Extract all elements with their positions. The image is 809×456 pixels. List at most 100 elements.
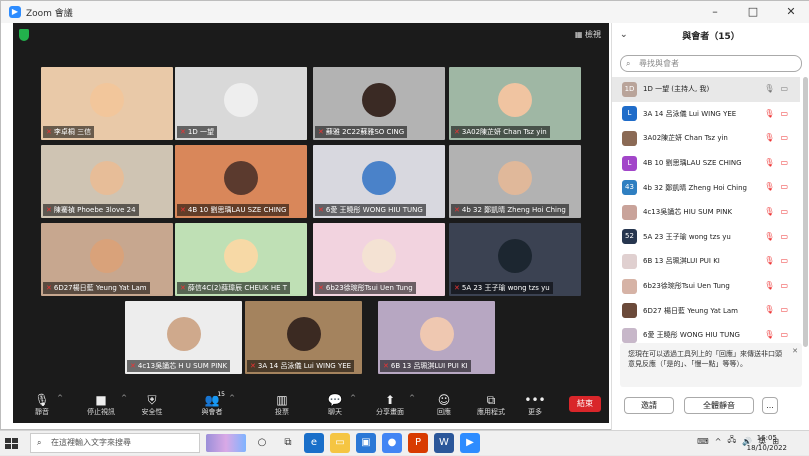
maximize-button[interactable]: □ (734, 1, 772, 23)
participant-row[interactable]: L 3A 14 呂泳儀 Lui WING YEE 🎙▭ (612, 102, 800, 127)
video-tile-label: 6愛 王曉彤 WONG HIU TUNG (325, 206, 423, 214)
security-shield-icon[interactable] (19, 29, 29, 41)
participant-list: 1D 1D 一望 (主持人, 我) 🎙▭ L 3A 14 呂泳儀 Lui WING YE… (612, 77, 800, 372)
chevron-up-icon[interactable]: ^ (350, 394, 356, 402)
file-explorer-icon[interactable]: ▭ (330, 433, 350, 453)
participant-name: 5A 23 王子瑜 wong tzs yu (643, 232, 731, 241)
poll-icon: ▥ (276, 392, 288, 407)
chevron-up-icon[interactable]: ^ (57, 394, 63, 402)
word-icon[interactable]: W (434, 433, 454, 453)
participants-panel: ⌄ 與會者（15） ⌕ 尋找與會者 1D 1D 一望 (主持人, 我) 🎙▭ L 3A … (611, 23, 809, 431)
reactions-tip: 您現在可以透過工具列上的「回應」來傳送非口頭意見反應（「是的」、「慢一點」等等）… (620, 343, 802, 387)
video-tile[interactable]: ✕ 蘇雅 2C22蘇雅SO CING (313, 67, 445, 140)
stop-video-button[interactable]: ■ 停止視訊 ^ (81, 386, 127, 423)
close-icon[interactable]: ✕ (792, 346, 798, 356)
participant-video-figure (498, 161, 532, 195)
participant-row[interactable]: 4c13吳誦芯 HIU SUM PINK 🎙▭ (612, 200, 800, 225)
participant-row[interactable]: 6b23徐琬彤Tsui Uen Tung 🎙▭ (612, 274, 800, 299)
invite-button[interactable]: 邀請 (624, 397, 674, 414)
mute-button[interactable]: 🎙 靜音 ^ (27, 386, 63, 423)
taskbar-search-input[interactable]: ⌕ 在這裡輸入文字來搜尋 (30, 433, 200, 453)
powerpoint-icon[interactable]: P (408, 433, 428, 453)
video-tile-name: ✕ 4B 10 劉思瑀LAU SZE CHING (177, 204, 290, 216)
video-tile[interactable]: ✕ 4b 32 鄭凱晴 Zheng Hoi Ching (449, 145, 581, 218)
video-tile[interactable]: ✕ 3A 14 呂泳儀 Lui WING YEE (245, 301, 362, 374)
participant-row[interactable]: L 4B 10 劉思瑀LAU SZE CHING 🎙▭ (612, 151, 800, 176)
windows-start-icon[interactable] (0, 431, 24, 456)
video-tile[interactable]: ✕ 6B 13 呂珮淇LUI PUI KI (378, 301, 495, 374)
video-tile-label: 3A 14 呂泳儀 Lui WING YEE (257, 362, 352, 370)
participants-button[interactable]: 👥 與會者 15 ^ (195, 386, 236, 423)
video-tile[interactable]: ✕ 陳騫禎 Phoebe 3love 24 (41, 145, 173, 218)
apps-label: 應用程式 (477, 407, 505, 416)
reactions-button[interactable]: ☺ 回應 (429, 386, 459, 423)
chevron-up-icon[interactable]: ^ (715, 437, 722, 446)
video-tile-name: ✕ 1D 一望 (177, 126, 217, 138)
chevron-up-icon[interactable]: ^ (409, 394, 415, 402)
participant-row[interactable]: 6B 13 呂珮淇LUI PUI KI 🎙▭ (612, 249, 800, 274)
video-tile-label: 陳騫禎 Phoebe 3love 24 (53, 206, 136, 214)
scrollbar[interactable] (803, 77, 808, 347)
participant-search-input[interactable]: ⌕ 尋找與會者 (620, 55, 802, 72)
view-button[interactable]: ▦ 檢視 (575, 29, 601, 40)
clock[interactable]: 16:05 18/10/2022 (747, 433, 787, 453)
cortana-icon[interactable]: ○ (252, 433, 272, 453)
chat-button[interactable]: 💬 聊天 ^ (320, 386, 356, 423)
video-tile-label: 6D27楊日藍 Yeung Yat Lam (53, 284, 147, 292)
chevron-up-icon[interactable]: ^ (229, 394, 235, 402)
video-tile[interactable]: ✕ 4c13吳誦芯 H U SUM PINK (125, 301, 242, 374)
video-tile-label: 6B 13 呂珮淇LUI PUI KI (390, 362, 468, 370)
zoom-taskbar-icon[interactable]: ▶ (460, 433, 480, 453)
muted-mic-icon: ✕ (383, 362, 389, 370)
video-tile[interactable]: ✕ 李卓桐 三信 (41, 67, 173, 140)
participant-row[interactable]: 1D 1D 一望 (主持人, 我) 🎙▭ (612, 77, 800, 102)
more-button[interactable]: ••• 更多 (521, 386, 549, 423)
participant-row[interactable]: 6D27 楊日藍 Yeung Yat Lam 🎙▭ (612, 298, 800, 323)
store-icon[interactable]: ▣ (356, 433, 376, 453)
chrome-icon[interactable]: ● (382, 433, 402, 453)
more-options-button[interactable]: ... (762, 397, 778, 414)
participant-row[interactable]: 52 5A 23 王子瑜 wong tzs yu 🎙▭ (612, 225, 800, 250)
video-tile[interactable]: ✕ 6愛 王曉彤 WONG HIU TUNG (313, 145, 445, 218)
security-label: 安全性 (141, 407, 163, 416)
share-label: 分享畫面 (376, 407, 404, 416)
participant-video-figure (362, 239, 396, 273)
video-tile[interactable]: ✕ 1D 一望 (175, 67, 307, 140)
mute-all-button[interactable]: 全體靜音 (684, 397, 754, 414)
security-button[interactable]: ⛨ 安全性 (137, 386, 167, 423)
participant-row[interactable]: 3A02陳芷妍 Chan Tsz yin 🎙▭ (612, 126, 800, 151)
participant-row[interactable]: 43 4b 32 鄭凱晴 Zheng Hoi Ching 🎙▭ (612, 175, 800, 200)
video-tile[interactable]: ✕ 薛信4C(2)薛瑋辰 CHEUK HE T (175, 223, 307, 296)
share-screen-button[interactable]: ⬆ 分享畫面 ^ (371, 386, 415, 423)
video-tile-name: ✕ 3A02陳芷妍 Chan Tsz yin (451, 126, 550, 138)
video-tile[interactable]: ✕ 6D27楊日藍 Yeung Yat Lam (41, 223, 173, 296)
search-highlight-image (206, 434, 246, 452)
video-tile[interactable]: ✕ 3A02陳芷妍 Chan Tsz yin (449, 67, 581, 140)
muted-mic-icon: ✕ (46, 128, 52, 136)
video-tile[interactable]: ✕ 5A 23 王子瑜 wong tzs yu (449, 223, 581, 296)
panel-header: ⌄ 與會者（15） (612, 23, 809, 47)
apps-button[interactable]: ⧉ 應用程式 (472, 386, 510, 423)
video-tile-name: ✕ 6D27楊日藍 Yeung Yat Lam (43, 282, 150, 294)
network-icon[interactable]: 🖧 (727, 434, 736, 448)
video-tile[interactable]: ✕ 4B 10 劉思瑀LAU SZE CHING (175, 145, 307, 218)
video-tile[interactable]: ✕ 6b23徐琬彤Tsui Uen Tung (313, 223, 445, 296)
close-button[interactable]: ✕ (772, 1, 809, 23)
avatar: L (622, 155, 637, 171)
video-tile-name: ✕ 陳騫禎 Phoebe 3love 24 (43, 204, 139, 216)
muted-mic-icon: ✕ (454, 128, 460, 136)
poll-button[interactable]: ▥ 投票 (267, 386, 297, 423)
task-view-icon[interactable]: ⧉ (278, 433, 298, 453)
muted-mic-icon: ✕ (318, 284, 324, 292)
edge-icon[interactable]: e (304, 433, 324, 453)
chevron-down-icon[interactable]: ⌄ (620, 30, 628, 40)
participant-video-figure (362, 161, 396, 195)
end-meeting-button[interactable]: 結束 (569, 396, 601, 412)
participant-status-icons: 🎙▭ (764, 256, 794, 266)
keyboard-icon[interactable]: ⌨ (697, 437, 709, 446)
more-icon: ••• (524, 392, 546, 407)
chevron-up-icon[interactable]: ^ (121, 394, 127, 402)
participant-status-icons: 🎙▭ (764, 231, 794, 241)
minimize-button[interactable]: – (696, 1, 734, 23)
avatar (622, 130, 637, 146)
